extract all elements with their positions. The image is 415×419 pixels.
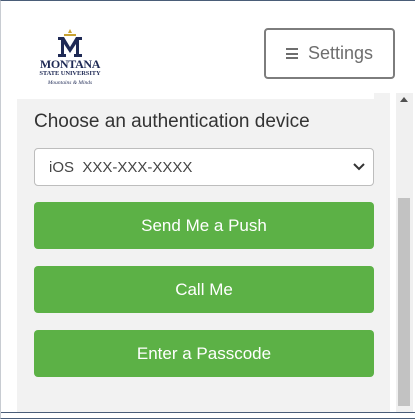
logo-name: MONTANA <box>39 57 101 71</box>
chevron-down-icon <box>353 163 365 171</box>
msu-logo: MONTANA STATE UNIVERSITY Mountains & Min… <box>33 29 107 91</box>
duo-frame: MONTANA STATE UNIVERSITY Mountains & Min… <box>0 0 415 419</box>
auth-prompt: Choose an authentication device <box>34 111 310 132</box>
device-select[interactable]: iOS XXX-XXX-XXXX <box>34 148 374 186</box>
call-me-button[interactable]: Call Me <box>34 266 374 313</box>
vertical-scrollbar[interactable] <box>396 93 413 413</box>
enter-passcode-button[interactable]: Enter a Passcode <box>34 330 374 377</box>
send-push-label: Send Me a Push <box>141 215 267 235</box>
panel-top-strip <box>17 87 374 99</box>
device-select-value: iOS XXX-XXX-XXXX <box>49 158 193 176</box>
send-push-button[interactable]: Send Me a Push <box>34 202 374 249</box>
msu-m-logo-icon <box>58 29 82 57</box>
call-me-label: Call Me <box>175 279 233 299</box>
hamburger-menu-icon <box>285 48 298 59</box>
logo-tagline: Mountains & Minds <box>47 80 93 86</box>
scroll-thumb[interactable] <box>398 198 410 406</box>
settings-button[interactable]: Settings <box>264 28 395 79</box>
logo-university: STATE UNIVERSITY <box>39 70 101 77</box>
scroll-up-arrow-icon[interactable] <box>400 97 408 102</box>
settings-label: Settings <box>307 43 374 63</box>
frame-bottom-border <box>1 412 415 413</box>
header: MONTANA STATE UNIVERSITY Mountains & Min… <box>1 1 414 93</box>
enter-passcode-label: Enter a Passcode <box>136 343 272 363</box>
